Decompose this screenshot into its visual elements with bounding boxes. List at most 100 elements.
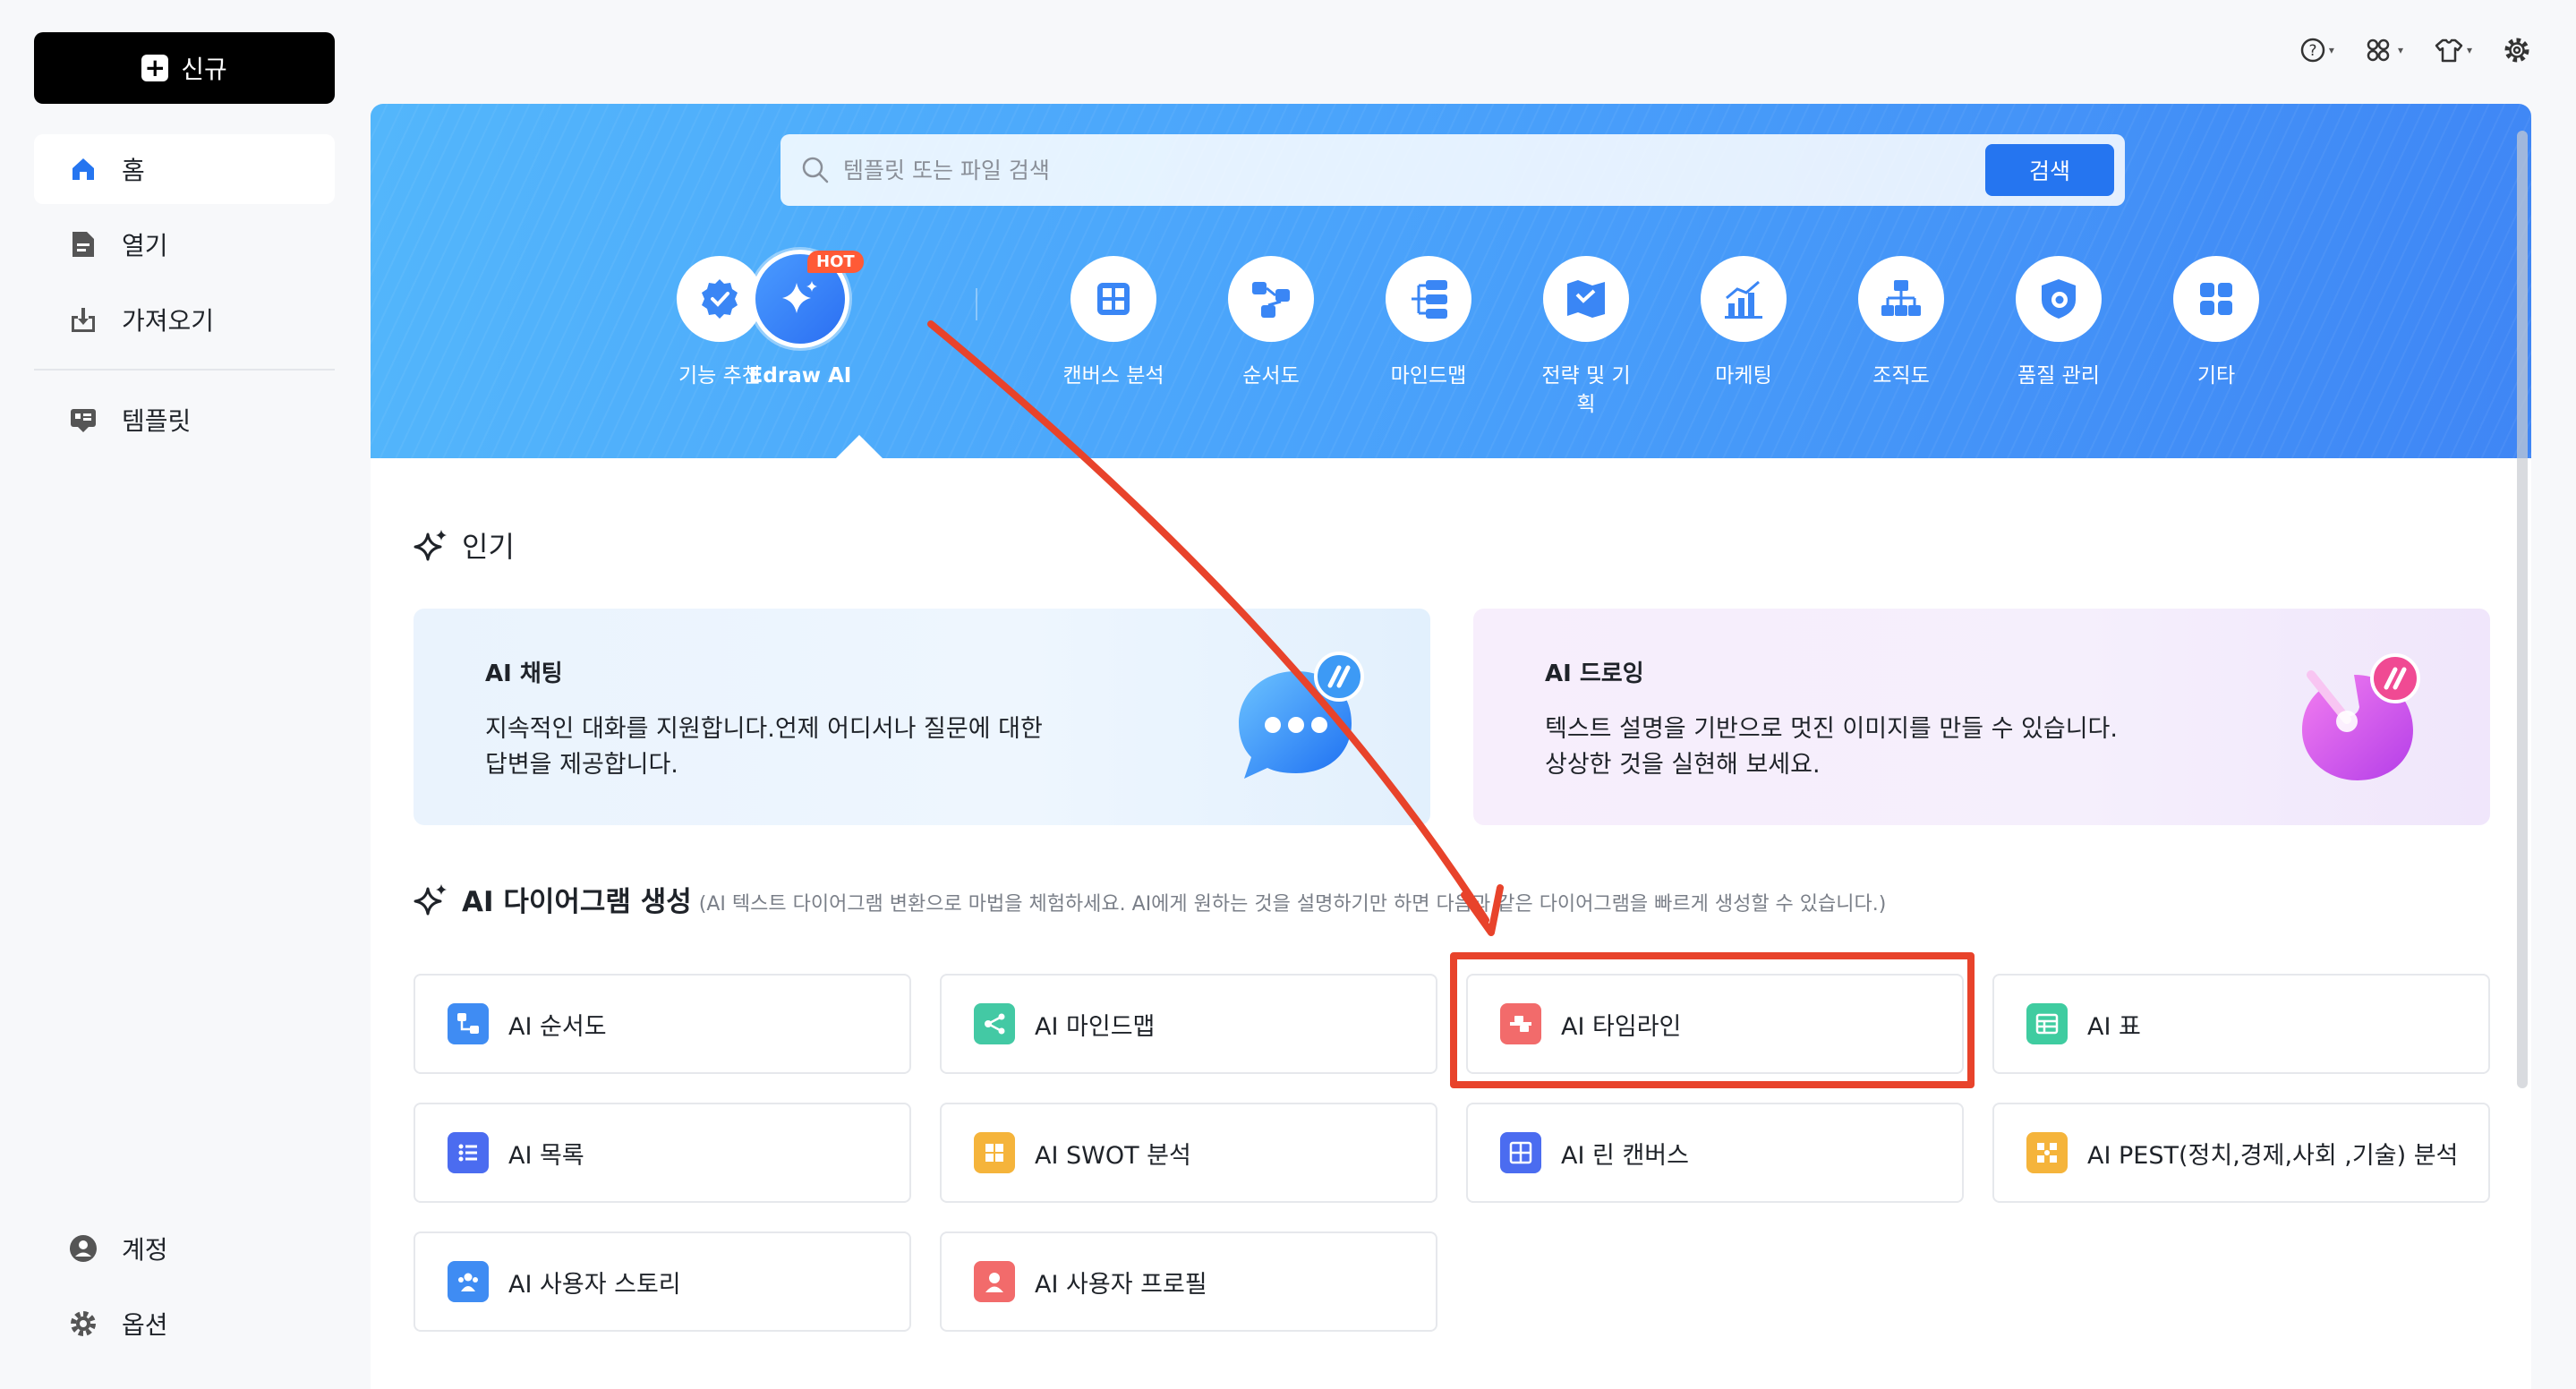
apps-icon — [2367, 38, 2390, 62]
settings-button[interactable] — [2503, 36, 2531, 64]
card-description: 지속적인 대화를 지원합니다.언제 어디서나 질문에 대한 답변을 제공합니다. — [485, 715, 1043, 779]
category-label: 품질 관리 — [2017, 364, 2100, 388]
ai-lean-canvas-tool[interactable]: AI 린 캔버스 — [1466, 1103, 1964, 1203]
strategy-icon — [1543, 256, 1629, 342]
new-button[interactable]: + 신규 — [34, 32, 335, 104]
timeline-icon — [1500, 1003, 1541, 1044]
lean-canvas-icon — [1500, 1132, 1541, 1173]
category-quality[interactable]: 품질 관리 — [1980, 256, 2137, 390]
category-label: 순서도 — [1242, 364, 1300, 388]
search-button[interactable]: 검색 — [1985, 144, 2114, 196]
chevron-down-icon: ▾ — [2466, 44, 2472, 56]
flowchart-icon — [1228, 256, 1314, 342]
hot-badge: HOT — [807, 251, 864, 273]
new-button-label: 신규 — [181, 55, 227, 84]
ai-pest-tool[interactable]: AI PEST(정치,경제,사회 ,기술) 분석 — [1992, 1103, 2490, 1203]
gear-icon — [2504, 38, 2529, 63]
tool-label: AI 마인드맵 — [1035, 1012, 1156, 1041]
home-icon — [68, 154, 98, 184]
apps-button[interactable]: ▾ — [2365, 37, 2403, 64]
ai-flowchart-tool[interactable]: AI 순서도 — [414, 974, 911, 1074]
ai-chat-card[interactable]: AI 채팅 지속적인 대화를 지원합니다.언제 어디서나 질문에 대한 답변을 … — [414, 609, 1430, 825]
category-label: 기타 — [2196, 364, 2236, 388]
category-strategy[interactable]: 전략 및 기획 — [1507, 256, 1665, 419]
sidebar-item-account[interactable]: 계정 — [34, 1214, 335, 1283]
tool-label: AI 타임라인 — [1561, 1012, 1682, 1041]
section-title-text: 인기 — [462, 530, 515, 564]
ai-diagram-section-title: AI 다이어그램 생성 (AI 텍스트 다이어그램 변환으로 마법을 체험하세요… — [414, 879, 1886, 919]
tool-label: AI PEST(정치,경제,사회 ,기술) 분석 — [2087, 1141, 2459, 1170]
sidebar-item-home[interactable]: 홈 — [34, 134, 335, 204]
quality-icon — [2016, 256, 2102, 342]
category-label: 마케팅 — [1715, 364, 1772, 388]
category-mindmap[interactable]: 마인드맵 — [1350, 256, 1507, 390]
tool-label: AI 린 캔버스 — [1561, 1141, 1689, 1170]
gear-icon — [68, 1308, 98, 1339]
svg-text:?: ? — [2308, 42, 2316, 60]
tool-label: AI 표 — [2087, 1012, 2141, 1041]
canvas-icon — [1070, 256, 1156, 342]
tool-label: AI 순서도 — [508, 1012, 607, 1041]
popular-section-title: 인기 — [414, 524, 515, 566]
ai-drawing-card[interactable]: AI 드로잉 텍스트 설명을 기반으로 멋진 이미지를 만들 수 있습니다.상상… — [1473, 609, 2490, 825]
ai-swot-tool[interactable]: AI SWOT 분석 — [940, 1103, 1437, 1203]
sidebar-item-open[interactable]: 열기 — [34, 209, 335, 279]
list-icon — [448, 1132, 489, 1173]
category-label: 조직도 — [1872, 364, 1930, 388]
sidebar-item-templates[interactable]: 템플릿 — [34, 385, 335, 455]
category-label: Edraw AI — [748, 364, 852, 388]
chat-bubble-icon — [1239, 652, 1364, 779]
chevron-down-icon: ▾ — [2397, 44, 2403, 56]
template-icon — [68, 405, 98, 435]
category-separator — [976, 288, 977, 320]
ai-user-story-tool[interactable]: AI 사용자 스토리 — [414, 1231, 911, 1332]
hero-banner: 검색 기능 추천 HOT Edraw AI 캔버스 분석 — [371, 104, 2531, 458]
marketing-icon — [1701, 256, 1787, 342]
plus-icon: + — [141, 55, 169, 81]
flowchart-icon — [448, 1003, 489, 1044]
sidebar-item-label: 옵션 — [122, 1310, 168, 1340]
category-orgchart[interactable]: 조직도 — [1822, 256, 1980, 390]
table-icon — [2026, 1003, 2068, 1044]
tool-label: AI SWOT 분석 — [1035, 1141, 1191, 1170]
category-edraw-ai[interactable]: HOT Edraw AI — [721, 250, 879, 390]
sidebar-divider — [34, 369, 335, 371]
category-label: 캔버스 분석 — [1062, 364, 1164, 388]
sidebar-item-import[interactable]: 가져오기 — [34, 285, 335, 354]
theme-button[interactable]: ▾ — [2434, 37, 2472, 64]
main-panel: 검색 기능 추천 HOT Edraw AI 캔버스 분석 — [371, 104, 2531, 1389]
selected-category-indicator — [836, 435, 883, 458]
section-subtitle: (AI 텍스트 다이어그램 변환으로 마법을 체험하세요. AI에게 원하는 것… — [698, 892, 1887, 916]
category-flowchart[interactable]: 순서도 — [1192, 256, 1350, 390]
category-others[interactable]: 기타 — [2137, 256, 2295, 390]
others-icon — [2173, 256, 2259, 342]
swot-icon — [974, 1132, 1015, 1173]
sidebar-item-options[interactable]: 옵션 — [34, 1289, 335, 1359]
help-icon: ? — [2300, 38, 2325, 63]
tool-label: AI 목록 — [508, 1141, 584, 1170]
top-toolbar: ? ▾ ▾ ▾ — [2299, 36, 2531, 64]
help-button[interactable]: ? ▾ — [2299, 37, 2334, 64]
user-story-icon — [448, 1261, 489, 1302]
sparkle-icon — [414, 530, 447, 561]
sidebar-item-label: 열기 — [122, 231, 168, 260]
ai-list-tool[interactable]: AI 목록 — [414, 1103, 911, 1203]
vertical-scrollbar[interactable] — [2517, 131, 2528, 1088]
tool-label: AI 사용자 스토리 — [508, 1270, 681, 1299]
import-icon — [68, 304, 98, 335]
palette-icon — [2302, 653, 2420, 780]
sparkle-icon — [414, 883, 447, 915]
orgchart-icon — [1858, 256, 1944, 342]
category-marketing[interactable]: 마케팅 — [1665, 256, 1822, 390]
category-bar: 기능 추천 HOT Edraw AI 캔버스 분석 순서도 마인드맵 전략 및 … — [371, 250, 2531, 435]
category-canvas[interactable]: 캔버스 분석 — [1035, 256, 1192, 390]
sidebar-item-label: 홈 — [122, 156, 145, 185]
chevron-down-icon: ▾ — [2328, 44, 2334, 56]
ai-mindmap-tool[interactable]: AI 마인드맵 — [940, 974, 1437, 1074]
ai-table-tool[interactable]: AI 표 — [1992, 974, 2490, 1074]
search-input[interactable] — [843, 157, 2125, 183]
ai-user-profile-tool[interactable]: AI 사용자 프로필 — [940, 1231, 1437, 1332]
account-icon — [68, 1233, 98, 1264]
ai-timeline-tool[interactable]: AI 타임라인 — [1466, 974, 1964, 1074]
sidebar-item-label: 템플릿 — [122, 406, 192, 436]
